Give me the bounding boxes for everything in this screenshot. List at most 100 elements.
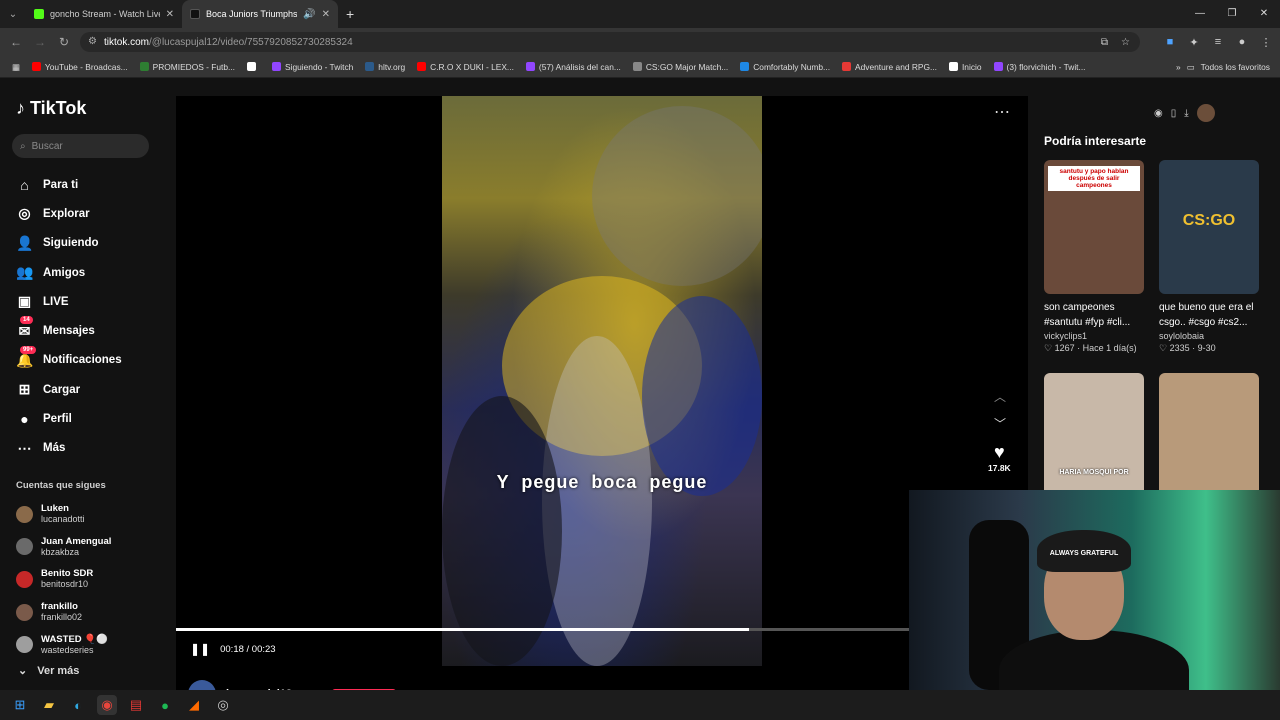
bookmark-item[interactable]: PROMIEDOS - Futb...: [134, 62, 241, 72]
following-item[interactable]: Luken lucanadotti: [16, 498, 111, 531]
following-item[interactable]: frankillo frankillo02: [16, 596, 111, 629]
bookmark-item[interactable]: [241, 62, 266, 72]
bookmark-item[interactable]: Comfortably Numb...: [734, 62, 836, 72]
bookmark-label: Adventure and RPG...: [855, 61, 937, 72]
apps-grid-icon[interactable]: ▦: [6, 62, 26, 72]
nav-label: Notificaciones: [43, 354, 122, 367]
bookmark-favicon-icon: [247, 62, 257, 71]
pause-icon[interactable]: ❚❚: [190, 642, 210, 656]
video-thumbnail[interactable]: HARIA MOSQUI POR: [1044, 373, 1144, 507]
progress-bar[interactable]: [176, 628, 910, 631]
tiktok-logo[interactable]: ♪ TikTok: [16, 98, 86, 119]
obs-icon[interactable]: ◎: [213, 695, 233, 715]
search-input[interactable]: ⌕ Buscar: [12, 134, 149, 158]
download-icon[interactable]: ⤓: [1184, 108, 1188, 119]
windows-start-icon[interactable]: ⊞: [10, 695, 30, 715]
avatar: [16, 570, 33, 588]
site-info-icon[interactable]: ⚙: [88, 36, 97, 47]
bookmark-item[interactable]: Siguiendo - Twitch: [266, 62, 359, 72]
app-icon[interactable]: ◢: [184, 695, 204, 715]
tab-search-button[interactable]: ⌄: [0, 9, 26, 20]
following-item[interactable]: Benito SDR benitosdr10: [16, 563, 111, 596]
nav-item-live[interactable]: ▣ LIVE: [16, 287, 122, 316]
chevron-down-icon[interactable]: ﹀: [994, 415, 1006, 432]
all-bookmarks-link[interactable]: Todos los favoritos: [1201, 62, 1270, 72]
phone-icon[interactable]: ▯: [1171, 108, 1177, 119]
card-title[interactable]: que bueno que era el csgo.. #csgo #cs2..…: [1159, 300, 1259, 330]
bookmark-label: Inicio: [961, 61, 982, 72]
extensions-puzzle-icon[interactable]: ✦: [1186, 36, 1202, 49]
forward-button[interactable]: →: [28, 35, 52, 49]
chevron-up-icon[interactable]: ︿: [994, 388, 1006, 405]
bookmark-item[interactable]: (3) florvichich - Twit...: [988, 62, 1092, 72]
bookmark-favicon-icon: [948, 62, 958, 71]
address-bar[interactable]: ⚙ tiktok.com/@lucaspujal12/video/7557920…: [80, 32, 1140, 52]
bookmark-item[interactable]: C.R.O X DUKI - LEX...: [411, 62, 520, 72]
video-player[interactable]: Y pegue boca pegue ⋯ ︿ ﹀ ♥ 17.8K ❚❚ 00:1…: [176, 96, 1028, 708]
card-user[interactable]: soylolobaia: [1159, 331, 1259, 341]
bookmark-item[interactable]: Inicio: [943, 62, 988, 72]
tab-close-button[interactable]: ✕: [166, 9, 174, 20]
see-more-button[interactable]: ⌄ Ver más: [18, 664, 79, 678]
following-item[interactable]: Juan Amengual kbzakbza: [16, 531, 111, 564]
nav-item-para-ti[interactable]: ⌂ Para ti: [16, 170, 122, 199]
video-frame[interactable]: Y pegue boca pegue: [442, 96, 762, 666]
app-icon[interactable]: ▤: [126, 695, 146, 715]
file-explorer-icon[interactable]: ▰: [39, 695, 59, 715]
bookmarks-more-icon[interactable]: »: [1176, 62, 1181, 72]
nav-item-perfil[interactable]: ● Perfil: [16, 404, 122, 433]
recommended-video-card[interactable]: [1159, 373, 1259, 507]
tab-close-button[interactable]: ✕: [322, 9, 330, 20]
heart-icon: ♥: [994, 442, 1005, 462]
back-button[interactable]: ←: [4, 35, 28, 49]
nav-item-amigos[interactable]: 👥 Amigos: [16, 258, 122, 287]
chrome-icon[interactable]: ◉: [97, 695, 117, 715]
more-options-icon[interactable]: ⋯: [994, 102, 1010, 122]
nav-item-más[interactable]: ⋯ Más: [16, 434, 122, 463]
extension-icon[interactable]: ■: [1162, 36, 1178, 48]
nav-item-siguiendo[interactable]: 👤 Siguiendo: [16, 229, 122, 258]
install-app-icon[interactable]: ⧉: [1101, 37, 1108, 48]
card-meta: ♡ 2335 · 9-30: [1159, 343, 1216, 353]
tab-goncho-stream[interactable]: goncho Stream - Watch Live on ✕: [26, 0, 182, 28]
bookmark-star-icon[interactable]: ☆: [1121, 37, 1130, 48]
coin-icon[interactable]: ◉: [1154, 108, 1163, 119]
bookmark-favicon-icon: [740, 62, 750, 71]
nav-item-explorar[interactable]: ◎ Explorar: [16, 199, 122, 228]
tab-tiktok-video[interactable]: Boca Juniors Triumphs Over 🔊 ✕: [182, 0, 338, 28]
spotify-icon[interactable]: ●: [155, 695, 175, 715]
following-handle: wastedseries: [41, 644, 94, 655]
recommended-video-card[interactable]: CS:GO que bueno que era el csgo.. #csgo #…: [1159, 160, 1259, 354]
nav-item-mensajes[interactable]: ✉ Mensajes 14: [16, 316, 122, 345]
speaker-icon[interactable]: 🔊: [303, 9, 315, 20]
nav-item-cargar[interactable]: ⊞ Cargar: [16, 375, 122, 404]
video-thumbnail[interactable]: CS:GO: [1159, 160, 1259, 294]
recommended-video-card[interactable]: santutu y papo hablan después de salir c…: [1044, 160, 1144, 354]
new-tab-button[interactable]: +: [338, 6, 354, 22]
maximize-button[interactable]: ❐: [1216, 0, 1248, 28]
video-thumbnail[interactable]: santutu y papo hablan después de salir c…: [1044, 160, 1144, 294]
bookmark-item[interactable]: Adventure and RPG...: [836, 62, 943, 72]
bookmark-item[interactable]: hltv.org: [359, 62, 411, 72]
edge-icon[interactable]: ◐: [68, 695, 88, 715]
card-user[interactable]: vickyclips1: [1044, 331, 1144, 341]
bookmark-item[interactable]: CS:GO Major Match...: [627, 62, 734, 72]
avatar: [16, 636, 33, 654]
card-title[interactable]: son campeones #santutu #fyp #cli...: [1044, 300, 1144, 330]
video-caption: Y pegue boca pegue: [496, 472, 708, 492]
following-item[interactable]: WASTED 🎈⚪ wastedseries: [16, 628, 111, 661]
user-avatar[interactable]: [1196, 104, 1215, 122]
media-control-icon[interactable]: ≡: [1210, 36, 1226, 48]
tiktok-note-icon: ♪: [16, 98, 25, 118]
like-button[interactable]: ♥ 17.8K: [988, 442, 1011, 473]
bookmark-item[interactable]: YouTube - Broadcas...: [26, 62, 134, 72]
bookmark-item[interactable]: (57) Análisis del can...: [520, 62, 627, 72]
video-thumbnail[interactable]: [1159, 373, 1259, 507]
minimize-button[interactable]: —: [1184, 0, 1216, 28]
profile-avatar-icon[interactable]: ●: [1234, 36, 1250, 48]
reload-button[interactable]: ↻: [52, 35, 76, 49]
nav-item-notificaciones[interactable]: 🔔 Notificaciones 99+: [16, 345, 122, 375]
browser-menu-icon[interactable]: ⋮: [1258, 36, 1274, 49]
close-window-button[interactable]: ✕: [1248, 0, 1280, 28]
recommended-video-card[interactable]: HARIA MOSQUI POR: [1044, 373, 1144, 507]
